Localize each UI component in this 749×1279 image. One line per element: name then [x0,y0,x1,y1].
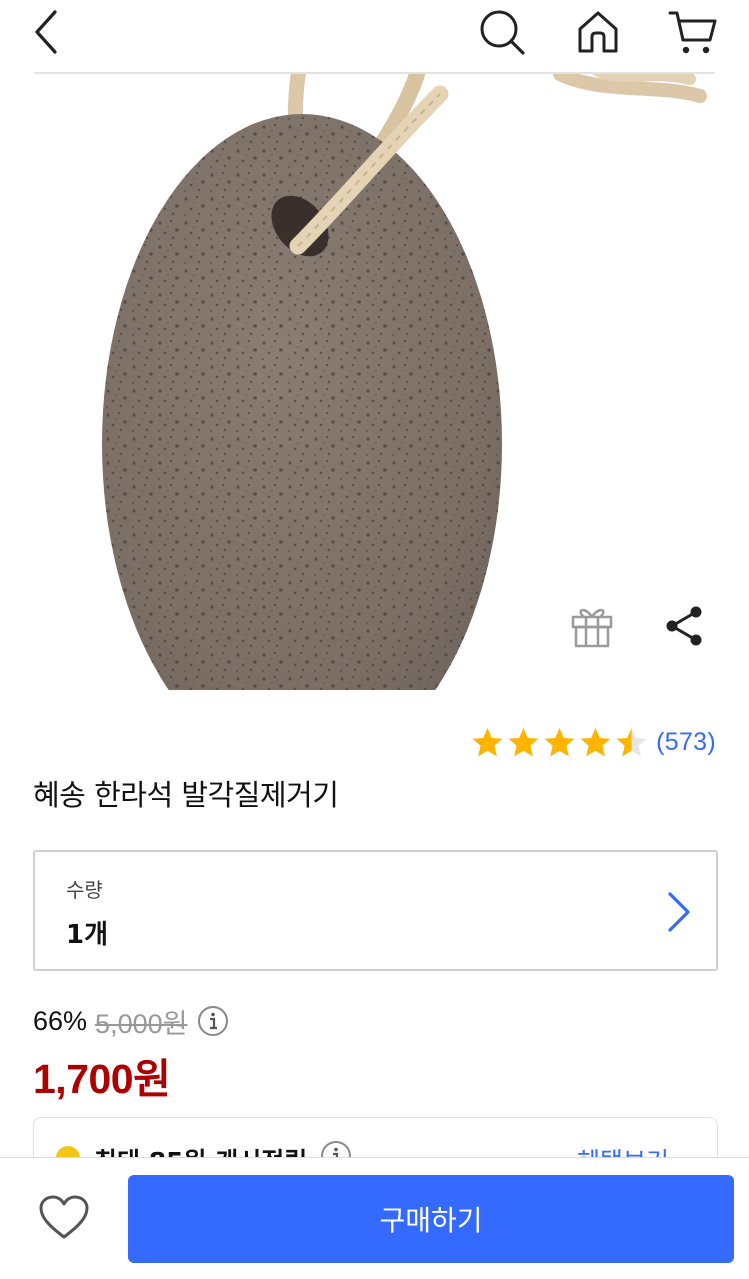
wishlist-button[interactable] [36,1192,92,1244]
discount-rate: 66% [33,1005,88,1036]
chevron-left-icon [35,10,57,54]
star-icon [472,727,503,756]
star-icon [508,727,539,756]
quantity-value: 1개 [66,920,109,950]
gift-button[interactable] [566,600,618,652]
home-button[interactable] [572,6,624,58]
home-icon [578,11,618,53]
chevron-right-icon [668,892,690,932]
header-divider [34,72,715,74]
pumice-stone-image [102,74,707,690]
search-button[interactable] [476,6,528,58]
sale-price: 1,700원 [33,1056,171,1102]
star-icon [580,727,611,756]
review-count[interactable]: (573) [656,728,716,757]
star-rating [471,726,648,759]
bottom-action-bar: 구매하기 [0,1157,749,1279]
buy-button[interactable]: 구매하기 [128,1175,734,1263]
gift-icon [571,608,613,648]
product-title: 혜송 한라석 발각질제거기 [33,778,339,812]
quantity-label: 수량 [66,878,103,902]
share-icon [666,606,702,646]
share-button[interactable] [660,600,708,652]
info-icon[interactable] [197,1005,229,1037]
price-row: 66% 5,000원 [33,1003,229,1039]
quantity-selector[interactable]: 수량 1개 [33,850,718,971]
search-icon [480,10,525,55]
product-image[interactable] [0,74,749,690]
rating-summary[interactable]: (573) [471,722,716,762]
top-nav-bar [0,0,749,74]
heart-icon [39,1195,89,1239]
cart-button[interactable] [666,6,720,58]
cart-icon [668,11,717,54]
back-button[interactable] [24,6,68,58]
star-icon [544,727,575,756]
original-price: 5,000원 [95,1008,188,1039]
star-icon [616,727,647,756]
